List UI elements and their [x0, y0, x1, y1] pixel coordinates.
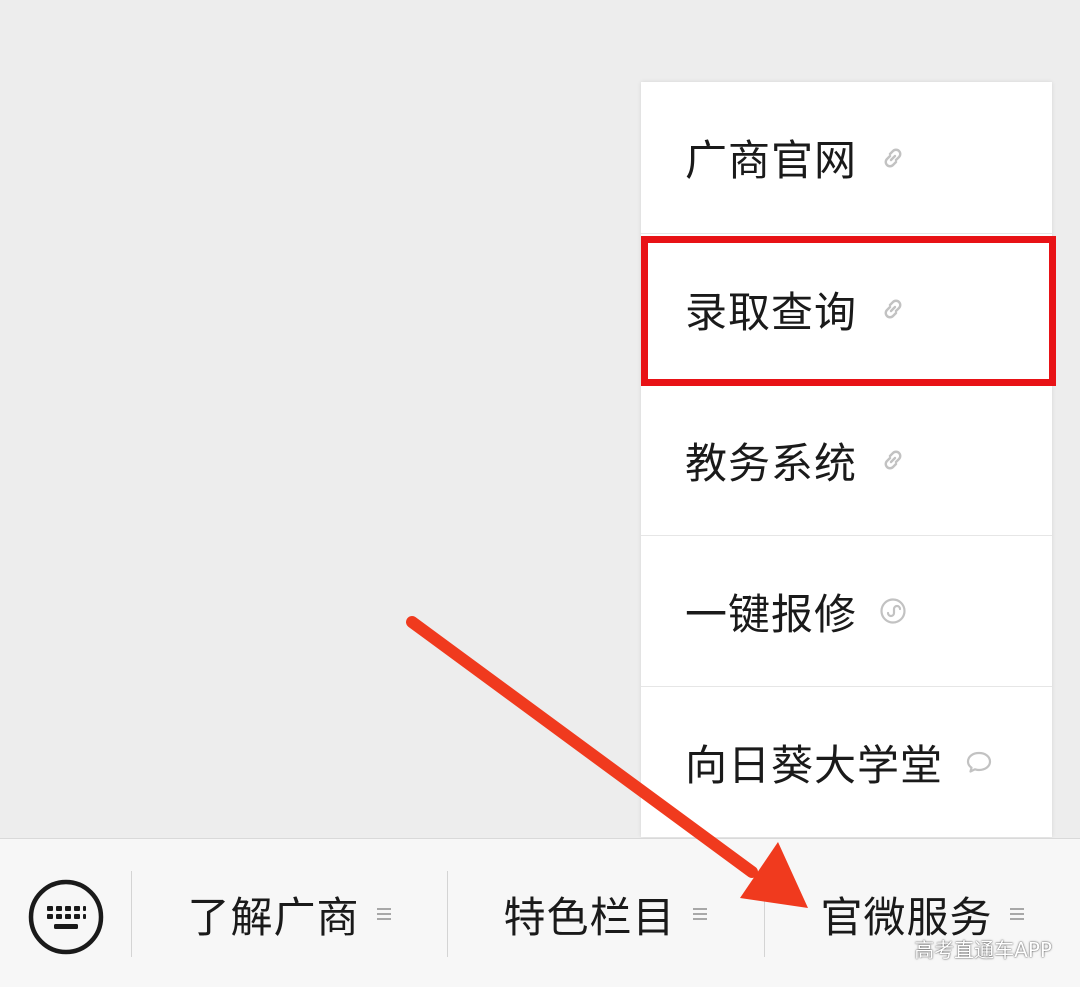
tab-label: 特色栏目 — [503, 892, 676, 942]
submenu-item-admission-query[interactable]: 录取查询 — [641, 233, 1052, 384]
submenu-item-academic-system[interactable]: 教务系统 — [641, 384, 1052, 535]
submenu-item-label: 向日葵大学堂 — [685, 740, 944, 790]
tab-about[interactable]: 了解广商 — [132, 869, 447, 959]
tab-featured[interactable]: 特色栏目 — [448, 869, 763, 959]
submenu-item-label: 教务系统 — [685, 438, 858, 488]
keyboard-icon — [28, 879, 104, 955]
submenu-item-sunflower-academy[interactable]: 向日葵大学堂 — [641, 686, 1052, 837]
submenu-item-website[interactable]: 广商官网 — [641, 82, 1052, 233]
link-icon — [879, 446, 907, 474]
tab-label: 了解广商 — [187, 892, 360, 942]
submenu-popup: 广商官网 录取查询 教务系统 一键报修 向日葵大学堂 — [641, 82, 1052, 837]
submenu-item-label: 广商官网 — [685, 136, 858, 185]
menu-lines-icon — [1009, 906, 1025, 922]
menu-lines-icon — [692, 906, 708, 922]
keyboard-toggle-button[interactable] — [26, 877, 106, 957]
submenu-item-repair[interactable]: 一键报修 — [641, 535, 1052, 686]
chat-screen: 广商官网 录取查询 教务系统 一键报修 向日葵大学堂 了解广商 特色栏目 官微服… — [0, 0, 1080, 987]
submenu-item-label: 录取查询 — [685, 287, 858, 337]
watermark-text: 高考直通车APP — [914, 938, 1052, 962]
mini-program-icon — [879, 597, 907, 625]
message-bubble-icon — [965, 748, 993, 776]
link-icon — [879, 144, 907, 172]
bottom-menu-bar: 了解广商 特色栏目 官微服务 — [0, 838, 1080, 987]
link-icon — [879, 295, 907, 323]
menu-lines-icon — [376, 906, 392, 922]
submenu-item-label: 一键报修 — [685, 589, 858, 639]
